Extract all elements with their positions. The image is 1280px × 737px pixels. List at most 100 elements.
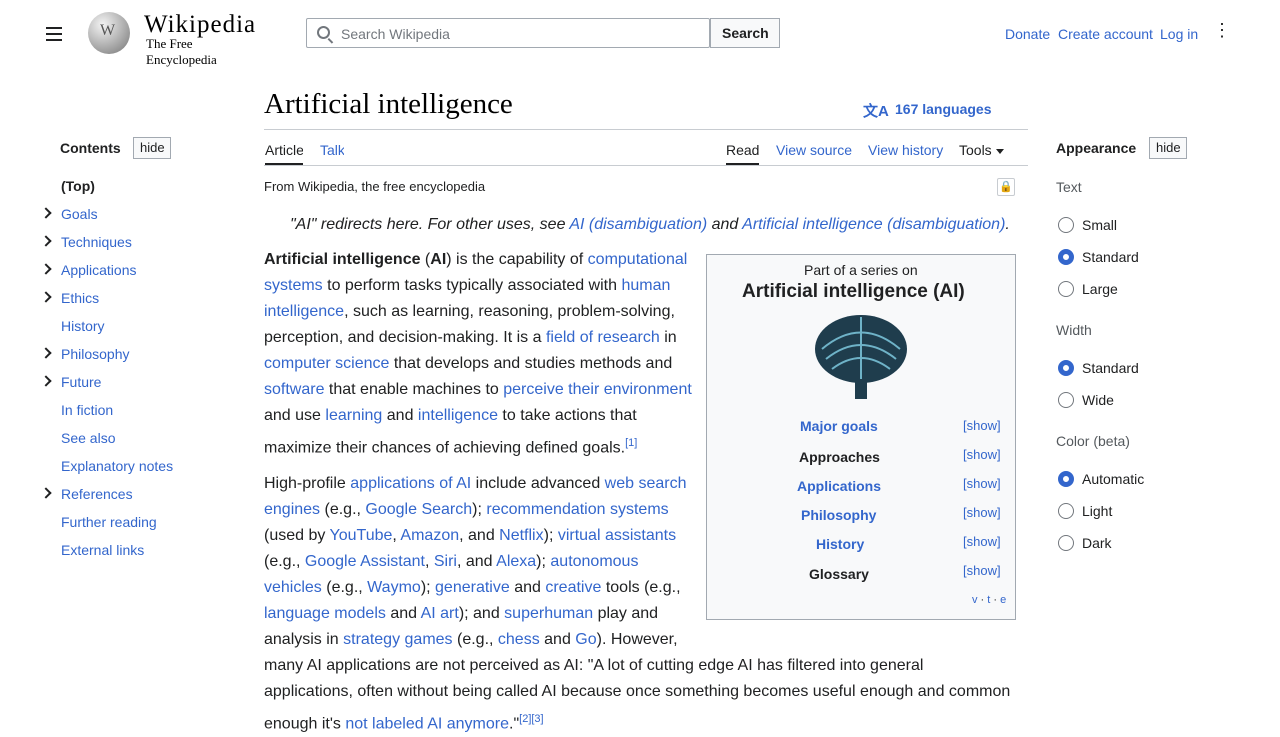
toc-hide-button[interactable]: hide: [133, 137, 171, 159]
radio-color-automatic[interactable]: Automatic: [1056, 468, 1219, 492]
link-systems[interactable]: systems: [264, 277, 323, 294]
log-in-link[interactable]: Log in: [1160, 26, 1198, 42]
link-intelligence-2[interactable]: intelligence: [418, 407, 498, 424]
brain-illustration[interactable]: [812, 311, 910, 401]
infobox-series-title[interactable]: Artificial intelligence (AI): [742, 281, 965, 303]
toc-item-future[interactable]: Future: [60, 369, 223, 395]
link-siri[interactable]: Siri: [434, 553, 457, 570]
toc-item-external-links[interactable]: External links: [60, 537, 223, 563]
create-account-link[interactable]: Create account: [1058, 26, 1153, 42]
hatnote-link-ai-disambiguation[interactable]: AI (disambiguation): [569, 216, 707, 233]
chevron-right-icon[interactable]: [38, 344, 56, 362]
link-recommendation-systems[interactable]: recommendation systems: [486, 501, 668, 518]
chevron-right-icon[interactable]: [38, 260, 56, 278]
link-superhuman[interactable]: superhuman: [504, 605, 593, 622]
show-toggle-approaches[interactable]: [show]: [963, 447, 1001, 462]
show-toggle-glossary[interactable]: [show]: [963, 563, 1001, 578]
link-learning[interactable]: learning: [325, 407, 382, 424]
more-options-icon[interactable]: ⋮: [1202, 18, 1242, 48]
toc-item-top[interactable]: (Top): [60, 173, 223, 199]
link-web-search[interactable]: web search: [605, 475, 687, 492]
link-waymo[interactable]: Waymo: [367, 579, 421, 596]
languages-button[interactable]: 文A 167 languages: [851, 94, 1028, 125]
link-strategy-games[interactable]: strategy games: [343, 631, 452, 648]
show-toggle-applications[interactable]: [show]: [963, 476, 1001, 491]
radio-color-light[interactable]: Light: [1056, 500, 1219, 524]
link-go[interactable]: Go: [575, 631, 596, 648]
radio-text-standard[interactable]: Standard: [1056, 246, 1219, 270]
view-template-link[interactable]: v: [972, 594, 978, 606]
link-perceive-environment[interactable]: perceive their environment: [503, 381, 692, 398]
toc-item-applications[interactable]: Applications: [60, 257, 223, 283]
search-input[interactable]: [339, 23, 699, 45]
edit-template-link[interactable]: e: [1000, 594, 1006, 606]
link-software[interactable]: software: [264, 381, 324, 398]
citation-3[interactable]: [3]: [531, 713, 543, 725]
citation-1[interactable]: [1]: [625, 437, 637, 449]
chevron-right-icon[interactable]: [38, 484, 56, 502]
chevron-right-icon[interactable]: [38, 288, 56, 306]
infobox-applications[interactable]: Applications: [797, 478, 881, 494]
toc-item-in-fiction[interactable]: In fiction: [60, 397, 223, 423]
link-intelligence[interactable]: intelligence: [264, 303, 344, 320]
link-computational[interactable]: computational: [588, 251, 688, 268]
link-generative[interactable]: generative: [435, 579, 510, 596]
link-field-of-research[interactable]: field of research: [546, 329, 660, 346]
tools-menu[interactable]: Tools: [959, 131, 1019, 165]
link-vehicles[interactable]: vehicles: [264, 579, 322, 596]
chevron-right-icon[interactable]: [38, 204, 56, 222]
tab-article[interactable]: Article: [265, 131, 303, 165]
radio-text-small[interactable]: Small: [1056, 214, 1219, 238]
show-toggle-philosophy[interactable]: [show]: [963, 505, 1001, 520]
link-creative[interactable]: creative: [545, 579, 601, 596]
hatnote-link-ai-disambiguation-2[interactable]: Artificial intelligence (disambiguation): [742, 216, 1005, 233]
infobox-philosophy[interactable]: Philosophy: [801, 507, 876, 523]
tab-view-history[interactable]: View history: [868, 131, 944, 165]
link-language-models[interactable]: language models: [264, 605, 386, 622]
toc-item-goals[interactable]: Goals: [60, 201, 223, 227]
link-computer-science[interactable]: computer science: [264, 355, 389, 372]
link-google-search[interactable]: Google Search: [365, 501, 472, 518]
radio-text-large[interactable]: Large: [1056, 278, 1219, 302]
link-google-assistant[interactable]: Google Assistant: [305, 553, 425, 570]
link-human[interactable]: human: [621, 277, 670, 294]
link-ai-art[interactable]: AI art: [421, 605, 459, 622]
toc-item-philosophy[interactable]: Philosophy: [60, 341, 223, 367]
chevron-right-icon[interactable]: [38, 372, 56, 390]
radio-width-wide[interactable]: Wide: [1056, 389, 1219, 413]
infobox-history[interactable]: History: [816, 536, 864, 552]
toc-item-techniques[interactable]: Techniques: [60, 229, 223, 255]
link-netflix[interactable]: Netflix: [499, 527, 543, 544]
link-amazon[interactable]: Amazon: [400, 527, 459, 544]
link-alexa[interactable]: Alexa: [496, 553, 536, 570]
show-toggle-major-goals[interactable]: [show]: [963, 418, 1001, 433]
search-button[interactable]: Search: [710, 18, 780, 48]
link-applications-of-ai[interactable]: applications of AI: [350, 475, 471, 492]
citation-2[interactable]: [2]: [519, 713, 531, 725]
tab-read[interactable]: Read: [726, 131, 759, 165]
toc-item-history[interactable]: History: [60, 313, 223, 339]
toc-item-ethics[interactable]: Ethics: [60, 285, 223, 311]
show-toggle-history[interactable]: [show]: [963, 534, 1001, 549]
link-youtube[interactable]: YouTube: [330, 527, 393, 544]
chevron-right-icon[interactable]: [38, 232, 56, 250]
toc-item-references[interactable]: References: [60, 481, 223, 507]
radio-color-dark[interactable]: Dark: [1056, 532, 1219, 556]
toc-item-see-also[interactable]: See also: [60, 425, 223, 451]
appearance-hide-button[interactable]: hide: [1149, 137, 1187, 159]
link-not-labeled-ai[interactable]: not labeled AI anymore: [345, 715, 509, 732]
tab-talk[interactable]: Talk: [320, 131, 344, 165]
toc-item-explanatory-notes[interactable]: Explanatory notes: [60, 453, 223, 479]
toc-item-further-reading[interactable]: Further reading: [60, 509, 223, 535]
wikipedia-logo[interactable]: Wikipedia The Free Encyclopedia: [84, 9, 264, 67]
search-box[interactable]: [306, 18, 710, 48]
tab-view-source[interactable]: View source: [776, 131, 852, 165]
talk-template-link[interactable]: t: [987, 594, 990, 606]
radio-width-standard[interactable]: Standard: [1056, 357, 1219, 381]
link-engines[interactable]: engines: [264, 501, 320, 518]
main-menu-button[interactable]: [38, 18, 70, 50]
link-virtual-assistants[interactable]: virtual assistants: [558, 527, 676, 544]
infobox-major-goals[interactable]: Major goals: [800, 418, 878, 434]
link-autonomous[interactable]: autonomous: [550, 553, 638, 570]
link-chess[interactable]: chess: [498, 631, 540, 648]
